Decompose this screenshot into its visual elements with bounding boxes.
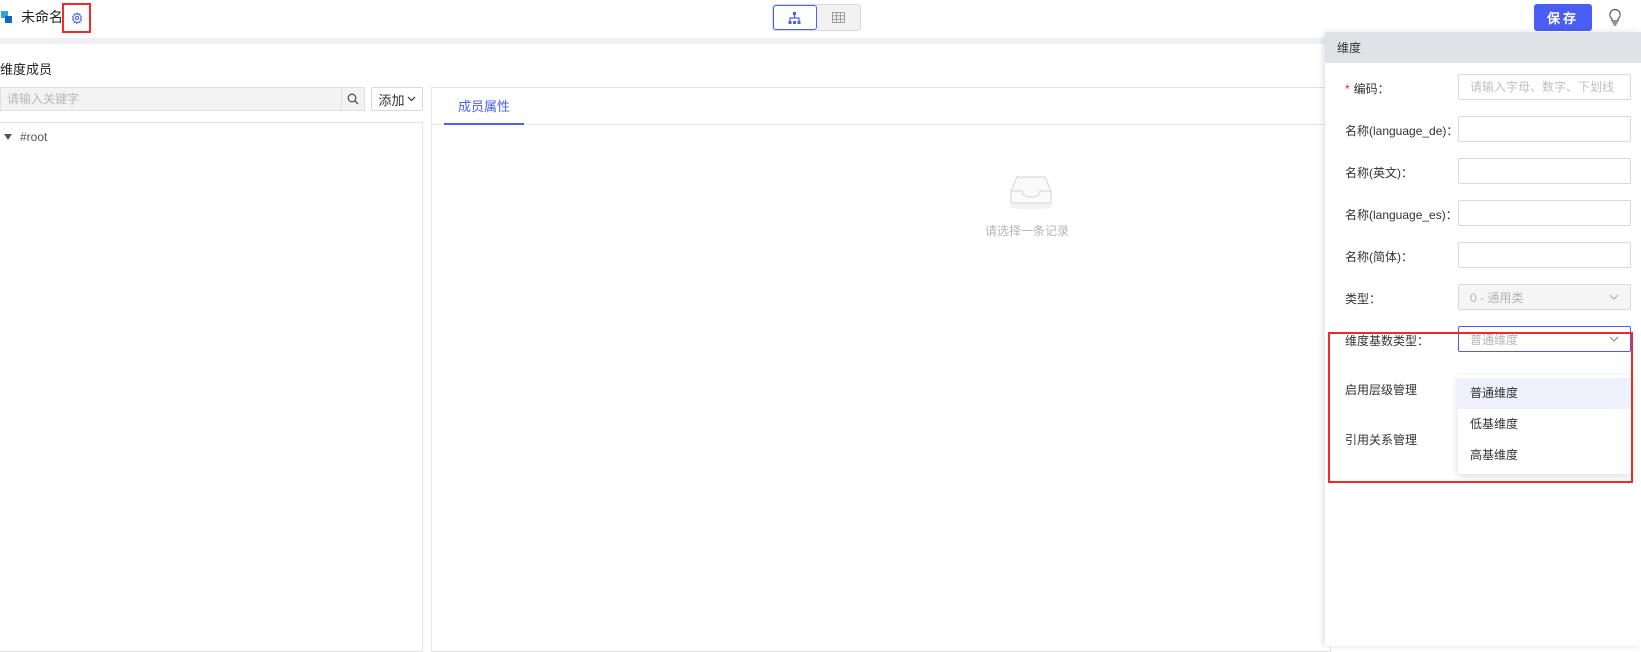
document-title: 未命名 — [21, 9, 63, 25]
chevron-down-icon — [1609, 336, 1619, 342]
tree-view-icon — [788, 11, 801, 24]
member-search — [0, 87, 365, 111]
cardinality-select-value: 普通维度 — [1470, 332, 1519, 347]
name-es-input[interactable] — [1458, 200, 1631, 226]
member-detail-panel: 成员属性 请选择一条记录 — [431, 87, 1331, 652]
search-input[interactable] — [1, 88, 341, 110]
cardinality-type-label: 维度基数类型： — [1345, 334, 1430, 348]
chevron-down-icon — [407, 96, 415, 102]
name-zh-label: 名称(简体)： — [1345, 250, 1413, 264]
table-view-icon — [831, 12, 845, 23]
cardinality-type-select[interactable]: 普通维度 — [1458, 326, 1631, 352]
type-select-value: 0 - 通用类 — [1470, 290, 1524, 305]
drawer-title: 维度 — [1325, 32, 1641, 63]
name-en-label: 名称(英文)： — [1345, 166, 1413, 180]
reference-management-label: 引用关系管理 — [1345, 433, 1418, 447]
gear-icon — [71, 12, 82, 24]
tab-strip: 成员属性 — [432, 88, 1330, 125]
search-icon — [347, 93, 359, 105]
required-marker: * — [1345, 82, 1350, 96]
dropdown-option-low-cardinality[interactable]: 低基维度 — [1458, 409, 1631, 440]
name-es-label: 名称(language_es)： — [1345, 208, 1458, 222]
code-input[interactable] — [1458, 74, 1631, 100]
add-dropdown-button[interactable]: 添加 — [371, 87, 423, 111]
search-button[interactable] — [341, 88, 364, 110]
view-toggle — [772, 4, 861, 31]
tree-node-root[interactable]: #root — [4, 130, 47, 144]
lightbulb-icon[interactable] — [1607, 8, 1623, 28]
caret-down-icon[interactable] — [4, 134, 12, 140]
empty-inbox-icon — [1010, 176, 1052, 210]
members-section-title: 维度成员 — [0, 62, 53, 77]
name-de-input[interactable] — [1458, 116, 1631, 142]
dropdown-option-high-cardinality[interactable]: 高基维度 — [1458, 440, 1631, 471]
cube-logo-icon — [1, 11, 12, 23]
settings-button[interactable] — [62, 3, 91, 33]
enable-hierarchy-label: 启用层级管理 — [1345, 383, 1418, 397]
cardinality-dropdown: 普通维度 低基维度 高基维度 — [1458, 375, 1631, 474]
dropdown-option-normal[interactable]: 普通维度 — [1458, 378, 1631, 409]
type-label: 类型： — [1345, 292, 1382, 306]
tab-member-attributes[interactable]: 成员属性 — [444, 88, 524, 125]
table-view-button[interactable] — [817, 5, 860, 30]
empty-state-text: 请选择一条记录 — [984, 224, 1069, 238]
name-de-label: 名称(language_de)： — [1345, 124, 1459, 138]
member-tree: #root — [0, 122, 423, 652]
name-en-input[interactable] — [1458, 158, 1631, 184]
code-label: * 编码： — [1345, 82, 1390, 96]
tree-view-button[interactable] — [773, 5, 817, 30]
type-select[interactable]: 0 - 通用类 — [1458, 284, 1631, 310]
chevron-down-icon — [1609, 294, 1619, 300]
save-button[interactable]: 保存 — [1534, 4, 1592, 31]
dimension-drawer: 维度 *编码： 名称(language_de)： 名称(英文)： 名称(lang… — [1325, 32, 1641, 646]
header-divider — [0, 38, 1325, 44]
name-zh-input[interactable] — [1458, 242, 1631, 268]
tree-node-label: #root — [20, 130, 48, 144]
add-label: 添加 — [378, 92, 405, 108]
